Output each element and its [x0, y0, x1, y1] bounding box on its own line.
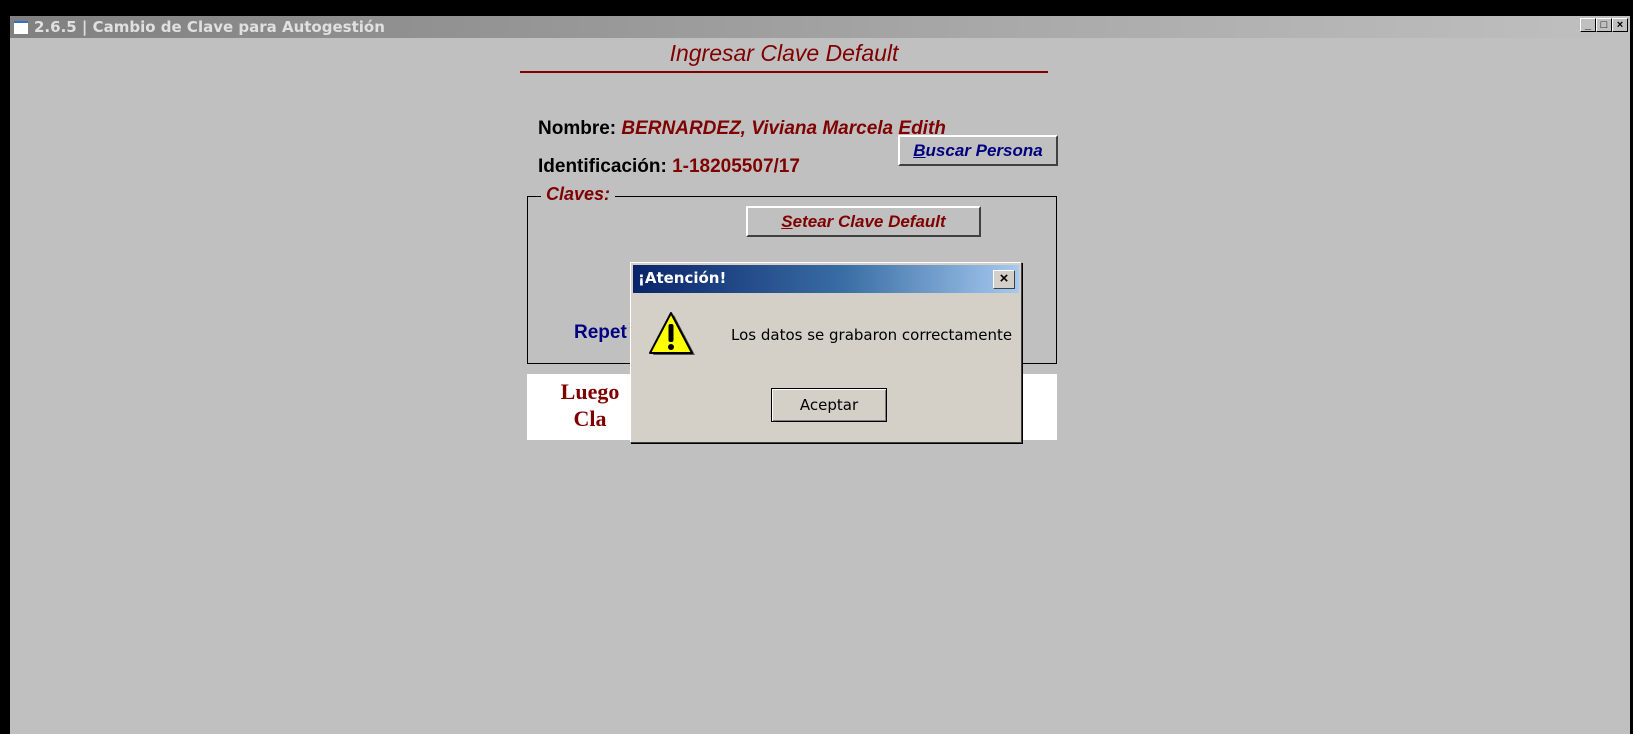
- warning-icon: [649, 312, 695, 355]
- dialog-title: ¡Atención!: [638, 269, 727, 287]
- dialog-titlebar[interactable]: ¡Atención! ×: [633, 265, 1019, 293]
- attention-dialog: ¡Atención! × Los datos se grabaron corre…: [630, 262, 1022, 443]
- info-line-1: Luego: [560, 379, 620, 404]
- search-person-button[interactable]: Buscar Persona: [898, 135, 1058, 166]
- keys-group-title: Claves:: [541, 184, 616, 205]
- minimize-button[interactable]: _: [1580, 18, 1596, 32]
- accept-button[interactable]: Aceptar: [771, 388, 887, 422]
- search-person-accel: B: [913, 141, 926, 160]
- dialog-message: Los datos se grabaron correctamente: [731, 326, 1013, 344]
- set-default-key-button[interactable]: Setear Clave Default: [746, 206, 981, 237]
- app-icon: [14, 21, 28, 34]
- identification-row: Identificación: 1-18205507/17: [538, 156, 800, 178]
- window-titlebar[interactable]: 2.6.5 | Cambio de Clave para Autogestión…: [10, 16, 1630, 38]
- name-row: Nombre: BERNARDEZ, Viviana Marcela Edith: [538, 118, 946, 140]
- window-title: 2.6.5 | Cambio de Clave para Autogestión: [34, 18, 385, 36]
- heading-divider: [520, 71, 1048, 73]
- identification-label: Identificación:: [538, 156, 667, 177]
- search-person-label: uscar Persona: [925, 141, 1043, 160]
- form-heading: Ingresar Clave Default: [669, 40, 899, 66]
- info-text: Luego Cla: [540, 378, 640, 432]
- repeat-key-label: Repet: [574, 322, 627, 343]
- info-line-2: Cla: [573, 406, 607, 431]
- set-default-accel: S: [781, 212, 793, 231]
- maximize-button[interactable]: □: [1596, 18, 1612, 32]
- identification-value: 1-18205507/17: [672, 156, 800, 177]
- dialog-close-button[interactable]: ×: [993, 270, 1015, 289]
- set-default-label: etear Clave Default: [792, 212, 946, 231]
- close-window-button[interactable]: ×: [1612, 18, 1628, 32]
- name-label: Nombre:: [538, 118, 617, 139]
